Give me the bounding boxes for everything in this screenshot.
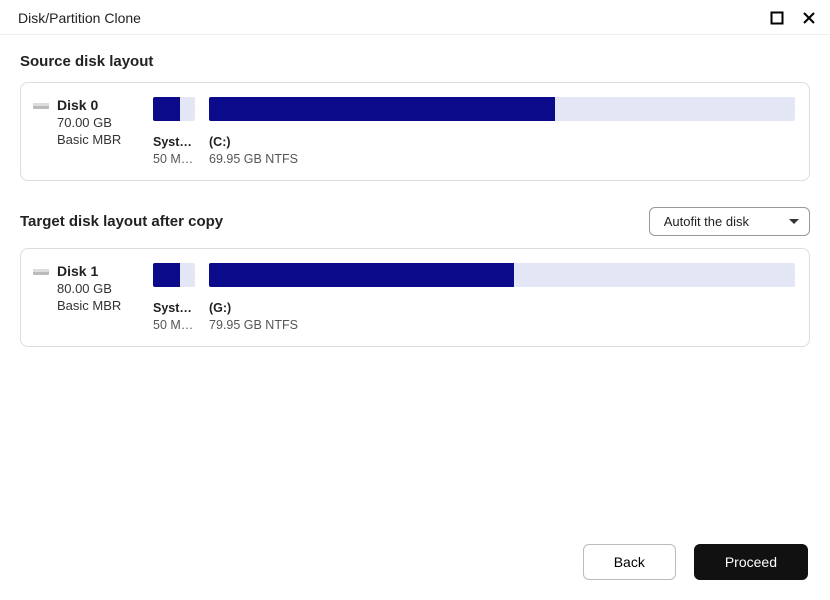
- partition-bars: [153, 97, 795, 121]
- system-partition-bar[interactable]: [153, 97, 195, 121]
- target-title: Target disk layout after copy: [20, 213, 223, 230]
- disk-size: 80.00 GB: [57, 281, 121, 296]
- partitions-area: System… 50 MB … (G:) 79.95 GB NTFS: [153, 263, 795, 332]
- main-content: Source disk layout Disk 0 70.00 GB Basic…: [0, 35, 830, 347]
- main-partition-bar[interactable]: [209, 97, 795, 121]
- main-partition-label: (C:) 69.95 GB NTFS: [209, 135, 795, 166]
- disk-type: Basic MBR: [57, 132, 121, 147]
- partition-labels: System… 50 MB … (G:) 79.95 GB NTFS: [153, 301, 795, 332]
- disk-icon: [33, 266, 49, 332]
- close-icon[interactable]: [802, 11, 816, 25]
- partition-labels: System… 50 MB … (C:) 69.95 GB NTFS: [153, 135, 795, 166]
- source-title: Source disk layout: [20, 53, 153, 70]
- layout-mode-dropdown[interactable]: Autofit the disk: [649, 207, 810, 236]
- disk-name: Disk 0: [57, 97, 121, 113]
- disk-icon: [33, 100, 49, 166]
- system-partition-label: System… 50 MB …: [153, 301, 195, 332]
- main-partition-label: (G:) 79.95 GB NTFS: [209, 301, 795, 332]
- system-partition-label: System… 50 MB …: [153, 135, 195, 166]
- partitions-area: System… 50 MB … (C:) 69.95 GB NTFS: [153, 97, 795, 166]
- target-header: Target disk layout after copy Autofit th…: [20, 207, 810, 236]
- target-disk-card[interactable]: Disk 1 80.00 GB Basic MBR System… 50 MB …: [20, 248, 810, 347]
- chevron-down-icon: [789, 219, 799, 224]
- main-partition-bar[interactable]: [209, 263, 795, 287]
- system-partition-bar[interactable]: [153, 263, 195, 287]
- disk-info: Disk 0 70.00 GB Basic MBR: [33, 97, 145, 166]
- back-button[interactable]: Back: [583, 544, 676, 580]
- titlebar: Disk/Partition Clone: [0, 0, 830, 35]
- partition-bars: [153, 263, 795, 287]
- maximize-icon[interactable]: [770, 11, 784, 25]
- window-controls: [770, 11, 816, 25]
- source-header: Source disk layout: [20, 53, 810, 70]
- disk-size: 70.00 GB: [57, 115, 121, 130]
- disk-meta: Disk 0 70.00 GB Basic MBR: [57, 97, 121, 166]
- window-title: Disk/Partition Clone: [18, 10, 141, 26]
- footer-buttons: Back Proceed: [583, 544, 808, 580]
- dropdown-label: Autofit the disk: [664, 214, 749, 229]
- source-disk-card[interactable]: Disk 0 70.00 GB Basic MBR System… 50 MB …: [20, 82, 810, 181]
- disk-type: Basic MBR: [57, 298, 121, 313]
- disk-meta: Disk 1 80.00 GB Basic MBR: [57, 263, 121, 332]
- proceed-button[interactable]: Proceed: [694, 544, 808, 580]
- disk-name: Disk 1: [57, 263, 121, 279]
- disk-info: Disk 1 80.00 GB Basic MBR: [33, 263, 145, 332]
